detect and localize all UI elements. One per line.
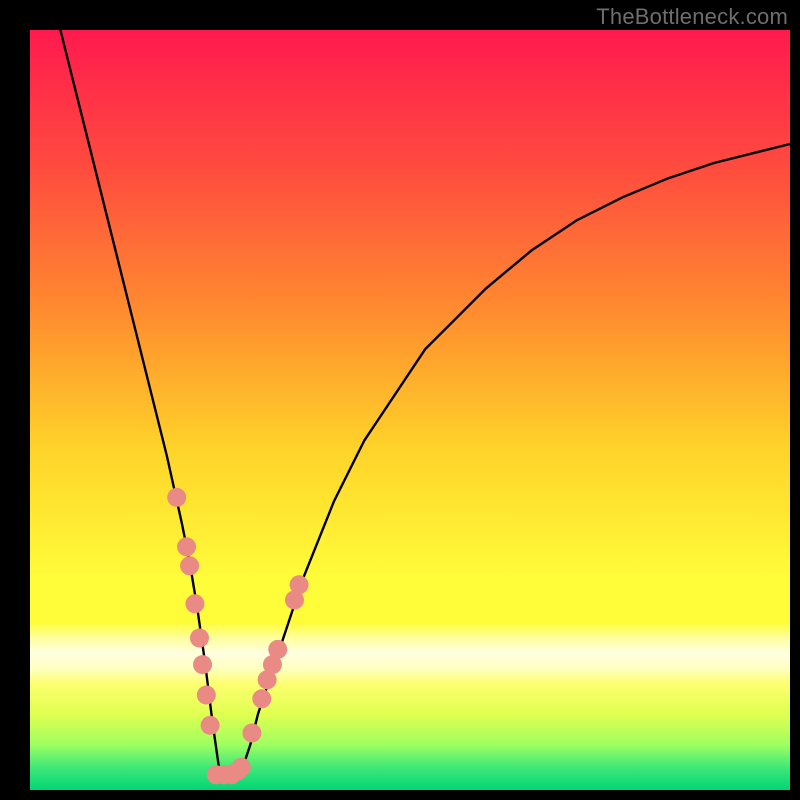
chart-svg (0, 0, 800, 800)
data-point (193, 655, 212, 674)
watermark-text: TheBottleneck.com (596, 4, 788, 30)
data-point (252, 689, 271, 708)
data-point (167, 488, 186, 507)
data-point (268, 640, 287, 659)
data-point (190, 629, 209, 648)
plot-background (30, 30, 790, 790)
data-point (185, 594, 204, 613)
data-point (242, 724, 261, 743)
data-point (197, 686, 216, 705)
data-point (201, 716, 220, 735)
data-point (177, 537, 196, 556)
bottleneck-chart: TheBottleneck.com (0, 0, 800, 800)
data-point (290, 575, 309, 594)
data-point (180, 556, 199, 575)
data-point (232, 758, 251, 777)
